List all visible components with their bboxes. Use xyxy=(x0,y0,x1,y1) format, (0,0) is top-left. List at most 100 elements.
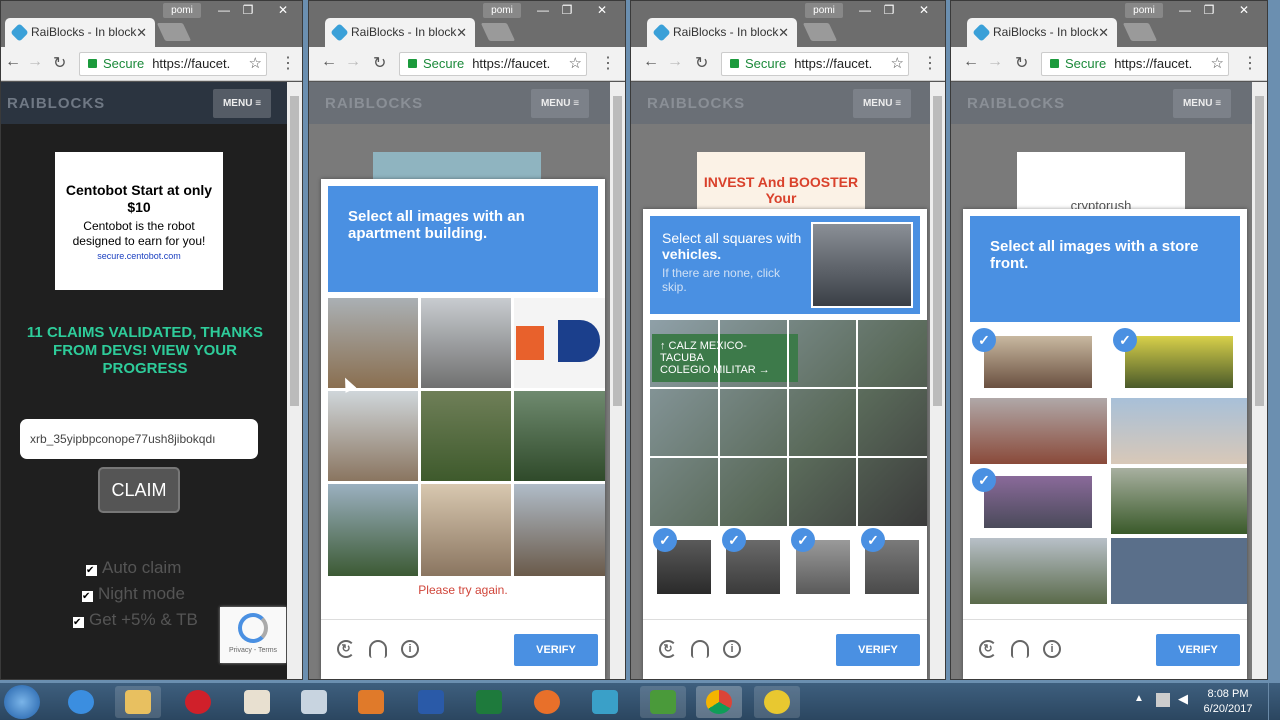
back-icon[interactable]: ← xyxy=(5,53,21,71)
minimize-icon[interactable]: — xyxy=(855,1,875,19)
taskbar-star-icon[interactable] xyxy=(754,686,800,718)
scrollbar[interactable] xyxy=(287,82,302,679)
advertisement[interactable]: cryptorush xyxy=(1017,152,1185,213)
grid-tile[interactable] xyxy=(421,484,511,576)
address-bar[interactable]: Secure https://faucet. ☆ xyxy=(1041,52,1229,76)
grid-tile[interactable] xyxy=(514,298,605,388)
profile-button[interactable]: pomi xyxy=(1125,3,1163,18)
site-menu-button[interactable]: MENU ≡ xyxy=(853,89,911,118)
taskbar-media-icon[interactable] xyxy=(348,686,394,718)
clock[interactable]: 8:08 PM 6/20/2017 xyxy=(1198,687,1258,717)
bookmark-star-icon[interactable]: ☆ xyxy=(891,53,904,75)
profile-button[interactable]: pomi xyxy=(483,3,521,18)
site-menu-button[interactable]: MENU ≡ xyxy=(213,89,271,118)
info-icon[interactable]: i xyxy=(1043,640,1061,658)
scrollbar-thumb[interactable] xyxy=(290,96,299,406)
option-night-mode[interactable]: ✔ Night mode xyxy=(82,584,185,604)
browser-menu-icon[interactable]: ⋮ xyxy=(1242,53,1258,73)
grid-tile[interactable] xyxy=(421,391,511,481)
site-menu-button[interactable]: MENU ≡ xyxy=(531,89,589,118)
tray-up-icon[interactable]: ▲ xyxy=(1134,693,1144,704)
browser-menu-icon[interactable]: ⋮ xyxy=(922,53,938,73)
claims-status[interactable]: 11 CLAIMS VALIDATED, THANKS FROM DEVS! V… xyxy=(17,324,273,378)
profile-button[interactable]: pomi xyxy=(163,3,201,18)
browser-tab[interactable]: RaiBlocks - In block ✕ xyxy=(647,18,797,47)
maximize-icon[interactable]: ❐ xyxy=(238,1,258,19)
bookmark-star-icon[interactable]: ☆ xyxy=(249,53,262,75)
claim-button[interactable]: CLAIM xyxy=(98,467,180,513)
recaptcha-badge[interactable]: Privacy - Terms xyxy=(220,607,286,663)
audio-challenge-icon[interactable] xyxy=(1011,640,1029,658)
reload-challenge-icon[interactable]: ↻ xyxy=(979,640,997,658)
minimize-icon[interactable]: — xyxy=(533,1,553,19)
tray-volume-icon[interactable]: ◀ xyxy=(1178,691,1188,707)
site-logo[interactable]: RAIBLOCKS xyxy=(967,95,1065,112)
audio-challenge-icon[interactable] xyxy=(691,640,709,658)
taskbar-firefox-icon[interactable] xyxy=(524,686,570,718)
maximize-icon[interactable]: ❐ xyxy=(1199,1,1219,19)
new-tab-button[interactable] xyxy=(480,23,516,41)
browser-menu-icon[interactable]: ⋮ xyxy=(600,53,616,73)
scrollbar[interactable] xyxy=(610,82,625,679)
scrollbar[interactable] xyxy=(930,82,945,679)
reload-challenge-icon[interactable]: ↻ xyxy=(659,640,677,658)
forward-icon[interactable]: → xyxy=(27,53,43,71)
grid-tile[interactable] xyxy=(514,484,605,576)
scrollbar-thumb[interactable] xyxy=(933,96,942,406)
recaptcha-links[interactable]: Privacy - Terms xyxy=(220,647,286,654)
taskbar-camtasia-icon[interactable] xyxy=(640,686,686,718)
grid-tile[interactable] xyxy=(984,476,1092,528)
taskbar-paint-icon[interactable] xyxy=(234,686,280,718)
taskbar-excel-icon[interactable] xyxy=(466,686,512,718)
address-bar[interactable]: Secure https://faucet. ☆ xyxy=(399,52,587,76)
site-logo[interactable]: RAIBLOCKS xyxy=(647,95,745,112)
bookmark-star-icon[interactable]: ☆ xyxy=(569,53,582,75)
taskbar-calculator-icon[interactable] xyxy=(291,686,337,718)
forward-icon[interactable]: → xyxy=(987,53,1003,71)
new-tab-button[interactable] xyxy=(1122,23,1158,41)
verify-button[interactable]: VERIFY xyxy=(1156,634,1240,666)
tray-network-icon[interactable] xyxy=(1156,693,1170,707)
checkbox-icon[interactable]: ✔ xyxy=(86,565,97,576)
back-icon[interactable]: ← xyxy=(963,53,979,71)
verify-button[interactable]: VERIFY xyxy=(514,634,598,666)
close-tab-icon[interactable]: ✕ xyxy=(1098,18,1109,47)
close-tab-icon[interactable]: ✕ xyxy=(456,18,467,47)
reload-icon[interactable]: ↻ xyxy=(1015,53,1028,73)
close-window-icon[interactable]: ✕ xyxy=(1232,1,1256,19)
info-icon[interactable]: i xyxy=(401,640,419,658)
taskbar-ie-icon[interactable] xyxy=(58,686,104,718)
show-desktop-button[interactable] xyxy=(1268,683,1280,720)
checkbox-icon[interactable]: ✔ xyxy=(73,617,84,628)
minimize-icon[interactable]: — xyxy=(214,1,234,19)
bookmark-star-icon[interactable]: ☆ xyxy=(1211,53,1224,75)
taskbar-word-icon[interactable] xyxy=(408,686,454,718)
close-tab-icon[interactable]: ✕ xyxy=(136,18,147,47)
taskbar-chrome-icon[interactable] xyxy=(696,686,742,718)
close-window-icon[interactable]: ✕ xyxy=(271,1,295,19)
grid-tile[interactable] xyxy=(1111,538,1247,604)
site-menu-button[interactable]: MENU ≡ xyxy=(1173,89,1231,118)
grid-tile[interactable] xyxy=(328,484,418,576)
site-logo[interactable]: RAIBLOCKS xyxy=(325,95,423,112)
scrollbar-thumb[interactable] xyxy=(1255,96,1264,406)
taskbar-app-icon[interactable] xyxy=(582,686,628,718)
advertisement[interactable]: INVEST And BOOSTER Your xyxy=(697,152,865,212)
new-tab-button[interactable] xyxy=(156,23,192,41)
taskbar-opera-icon[interactable] xyxy=(175,686,221,718)
site-logo[interactable]: RAIBLOCKS xyxy=(7,95,105,112)
browser-tab[interactable]: RaiBlocks - In block ✕ xyxy=(967,18,1117,47)
info-icon[interactable]: i xyxy=(723,640,741,658)
option-auto-claim[interactable]: ✔ Auto claim xyxy=(86,558,181,578)
new-tab-button[interactable] xyxy=(802,23,838,41)
browser-menu-icon[interactable]: ⋮ xyxy=(280,53,296,73)
reload-challenge-icon[interactable]: ↻ xyxy=(337,640,355,658)
grid-tile[interactable] xyxy=(970,538,1107,604)
grid-tile[interactable] xyxy=(970,398,1107,464)
maximize-icon[interactable]: ❐ xyxy=(557,1,577,19)
grid-tile[interactable] xyxy=(421,298,511,388)
address-input[interactable]: xrb_35yipbpconope77ush8jibokqdı xyxy=(20,419,258,459)
option-bonus[interactable]: ✔ Get +5% & TB xyxy=(73,610,198,630)
address-bar[interactable]: Secure https://faucet. ☆ xyxy=(721,52,909,76)
grid-tile[interactable] xyxy=(328,391,418,481)
